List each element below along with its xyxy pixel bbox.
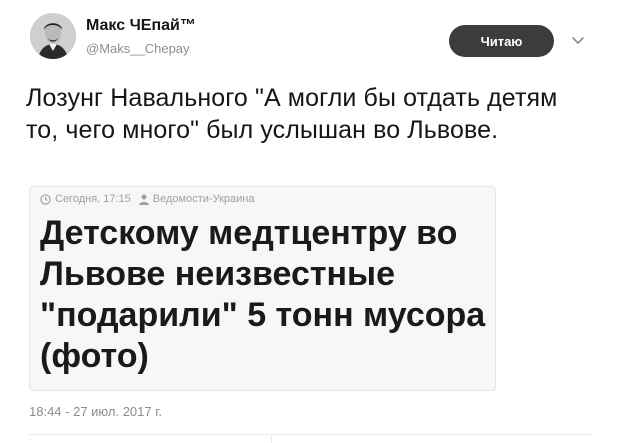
tweet-timestamp[interactable]: 18:44 - 27 июл. 2017 г. (29, 404, 162, 419)
display-name[interactable]: Макс ЧЕпай™ (86, 17, 196, 35)
clock-icon (40, 193, 51, 205)
follow-button[interactable]: Читаю (449, 25, 554, 57)
divider (29, 434, 594, 435)
article-headline: Детскому медтцентру во Львове неизвестны… (40, 214, 486, 375)
attached-image[interactable]: Сегодня, 17:15 Ведомости-Украина Детском… (29, 186, 496, 391)
avatar-photo-icon (30, 13, 76, 59)
article-meta: Сегодня, 17:15 Ведомости-Украина (40, 193, 254, 205)
divider-tick (271, 434, 272, 443)
article-time: Сегодня, 17:15 (55, 193, 131, 205)
avatar[interactable] (30, 13, 76, 59)
tweet-text: Лозунг Навального "А могли бы отдать дет… (26, 84, 558, 144)
username-handle[interactable]: @Maks__Chepay (86, 41, 190, 56)
article-source: Ведомости-Украина (152, 193, 255, 205)
user-icon (138, 194, 149, 205)
chevron-down-icon[interactable] (570, 33, 586, 49)
